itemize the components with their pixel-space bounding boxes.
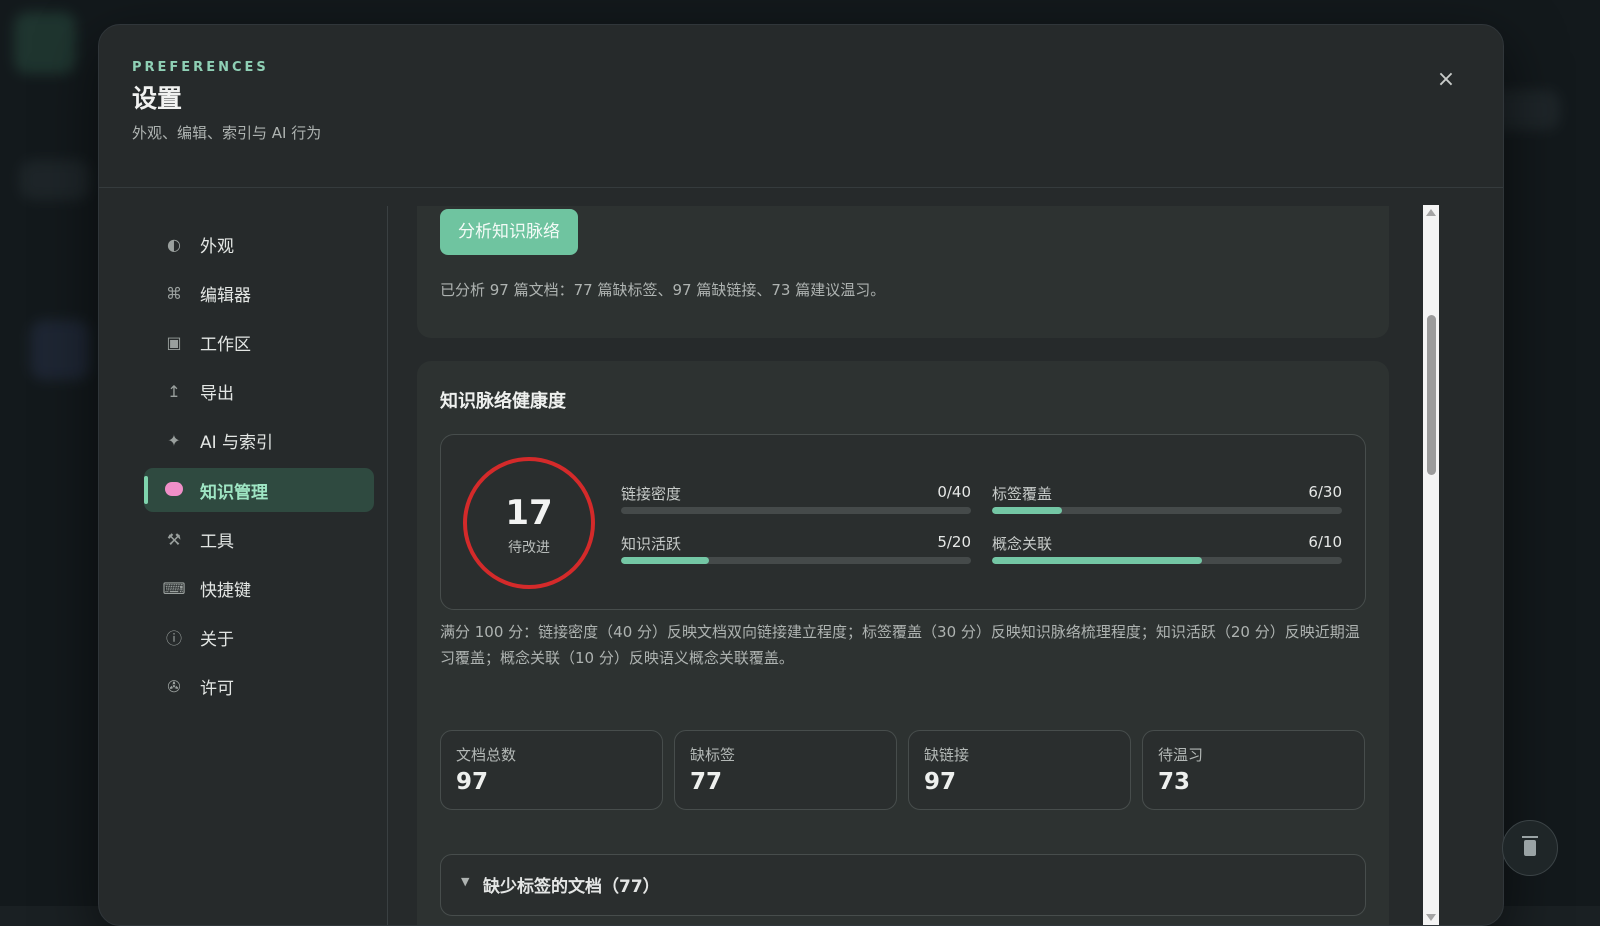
sidebar-item-label: 关于: [200, 629, 234, 650]
metric-track: [992, 507, 1342, 514]
metric-value: 6/10: [1308, 533, 1342, 551]
sidebar-item-editor[interactable]: ⌘ 编辑器: [144, 271, 374, 315]
metric-track: [621, 557, 971, 564]
sidebar-item-knowledge[interactable]: 知识管理: [144, 468, 374, 512]
trash-button[interactable]: [1502, 820, 1558, 876]
health-score-box: 17 待改进 链接密度 0/40 标签覆盖 6/30 知识活跃 5/20 概念关…: [440, 434, 1366, 610]
stat-missing-links: 缺链接 97: [908, 730, 1131, 810]
brain-icon: [162, 481, 186, 500]
sidebar-item-shortcuts[interactable]: ⌨ 快捷键: [144, 566, 374, 610]
metric-fill: [992, 507, 1062, 514]
license-icon: ✇: [167, 676, 181, 696]
sidebar-item-appearance[interactable]: ◐ 外观: [144, 222, 374, 266]
content-scrollbar[interactable]: [1423, 205, 1439, 925]
stat-value: 73: [1158, 769, 1191, 795]
metric-name: 知识活跃: [621, 535, 682, 553]
sidebar-item-label: 工作区: [200, 334, 251, 355]
sidebar-item-workspace[interactable]: ▣ 工作区: [144, 320, 374, 364]
scroll-down-arrow-icon[interactable]: [1426, 914, 1436, 921]
sidebar-item-label: 知识管理: [200, 482, 268, 503]
missing-tags-section-toggle[interactable]: ▼ 缺少标签的文档（77）: [440, 854, 1366, 916]
stat-label: 待温习: [1158, 746, 1204, 764]
settings-dialog: PREFERENCES 设置 外观、编辑、索引与 AI 行为 × ◐ 外观 ⌘ …: [98, 24, 1504, 926]
sidebar-item-export[interactable]: ↥ 导出: [144, 369, 374, 413]
sidebar-item-label: 许可: [200, 678, 234, 699]
health-description: 满分 100 分：链接密度（40 分）反映文档双向链接建立程度；标签覆盖（30 …: [440, 623, 1360, 667]
settings-content: 分析知识脉络 已分析 97 篇文档：77 篇缺标签、97 篇缺链接、73 篇建议…: [417, 206, 1391, 925]
stat-label: 缺链接: [924, 746, 970, 764]
metric-link-density: 链接密度 0/40: [621, 483, 971, 523]
stat-missing-tags: 缺标签 77: [674, 730, 897, 810]
sidebar-item-ai-index[interactable]: ✦ AI 与索引: [144, 418, 374, 462]
metric-name: 概念关联: [992, 535, 1053, 553]
metric-name: 标签覆盖: [992, 485, 1053, 503]
scroll-up-arrow-icon[interactable]: [1426, 209, 1436, 216]
metric-track: [621, 507, 971, 514]
scrollbar-thumb[interactable]: [1427, 315, 1436, 475]
metric-tag-coverage: 标签覆盖 6/30: [992, 483, 1342, 523]
sidebar-item-license[interactable]: ✇ 许可: [144, 664, 374, 708]
metric-name: 链接密度: [621, 485, 682, 503]
metric-fill: [992, 557, 1202, 564]
stat-value: 97: [924, 769, 957, 795]
info-icon: ⓘ: [165, 629, 182, 648]
sidebar-item-label: AI 与索引: [200, 432, 274, 453]
section-title: 知识脉络健康度: [440, 391, 566, 412]
stat-label: 文档总数: [456, 746, 517, 764]
settings-sidebar: ◐ 外观 ⌘ 编辑器 ▣ 工作区 ↥ 导出 ✦ AI 与索引 知识管理 ⚒ 工具…: [133, 206, 388, 925]
sidebar-item-tools[interactable]: ⚒ 工具: [144, 517, 374, 561]
sidebar-item-label: 外观: [200, 236, 234, 257]
analysis-summary: 已分析 97 篇文档：77 篇缺标签、97 篇缺链接、73 篇建议温习。: [440, 281, 886, 299]
metric-track: [992, 557, 1342, 564]
close-icon: ×: [1436, 67, 1456, 92]
dialog-title: 设置: [132, 84, 183, 113]
analyze-knowledge-button[interactable]: 分析知识脉络: [440, 209, 578, 255]
analysis-card: 分析知识脉络 已分析 97 篇文档：77 篇缺标签、97 篇缺链接、73 篇建议…: [417, 206, 1389, 338]
score-ring: 17 待改进: [463, 457, 595, 589]
stat-value: 77: [690, 769, 723, 795]
metric-fill: [621, 557, 709, 564]
collapsible-label: 缺少标签的文档（77）: [483, 877, 660, 897]
command-icon: ⌘: [166, 283, 182, 303]
metric-value: 5/20: [937, 533, 971, 551]
stat-total-docs: 文档总数 97: [440, 730, 663, 810]
dialog-eyebrow: PREFERENCES: [132, 60, 269, 75]
export-icon: ↥: [167, 381, 181, 401]
stat-value: 97: [456, 769, 489, 795]
stat-to-review: 待温习 73: [1142, 730, 1365, 810]
trash-icon: [1522, 836, 1538, 856]
metric-value: 6/30: [1308, 483, 1342, 501]
dialog-header: PREFERENCES 设置 外观、编辑、索引与 AI 行为 ×: [99, 25, 1503, 188]
sidebar-item-label: 工具: [200, 531, 234, 552]
health-score: 17: [505, 493, 553, 533]
metric-concept-link: 概念关联 6/10: [992, 533, 1342, 573]
sparkle-icon: ✦: [167, 430, 181, 450]
sidebar-item-label: 快捷键: [200, 580, 251, 601]
health-card: 知识脉络健康度 17 待改进 链接密度 0/40 标签覆盖 6/30 知识活跃 …: [417, 361, 1389, 925]
keyboard-icon: ⌨: [162, 578, 186, 598]
close-button[interactable]: ×: [1433, 67, 1459, 93]
workspace-icon: ▣: [166, 332, 182, 352]
contrast-icon: ◐: [167, 234, 181, 254]
metric-value: 0/40: [937, 483, 971, 501]
stat-label: 缺标签: [690, 746, 736, 764]
dialog-subtitle: 外观、编辑、索引与 AI 行为: [132, 124, 322, 142]
chevron-down-icon: ▼: [461, 875, 470, 888]
sidebar-item-label: 编辑器: [200, 285, 251, 306]
tools-icon: ⚒: [166, 529, 182, 549]
sidebar-item-label: 导出: [200, 383, 234, 404]
health-score-label: 待改进: [508, 540, 550, 556]
metric-knowledge-activity: 知识活跃 5/20: [621, 533, 971, 573]
sidebar-item-about[interactable]: ⓘ 关于: [144, 615, 374, 659]
